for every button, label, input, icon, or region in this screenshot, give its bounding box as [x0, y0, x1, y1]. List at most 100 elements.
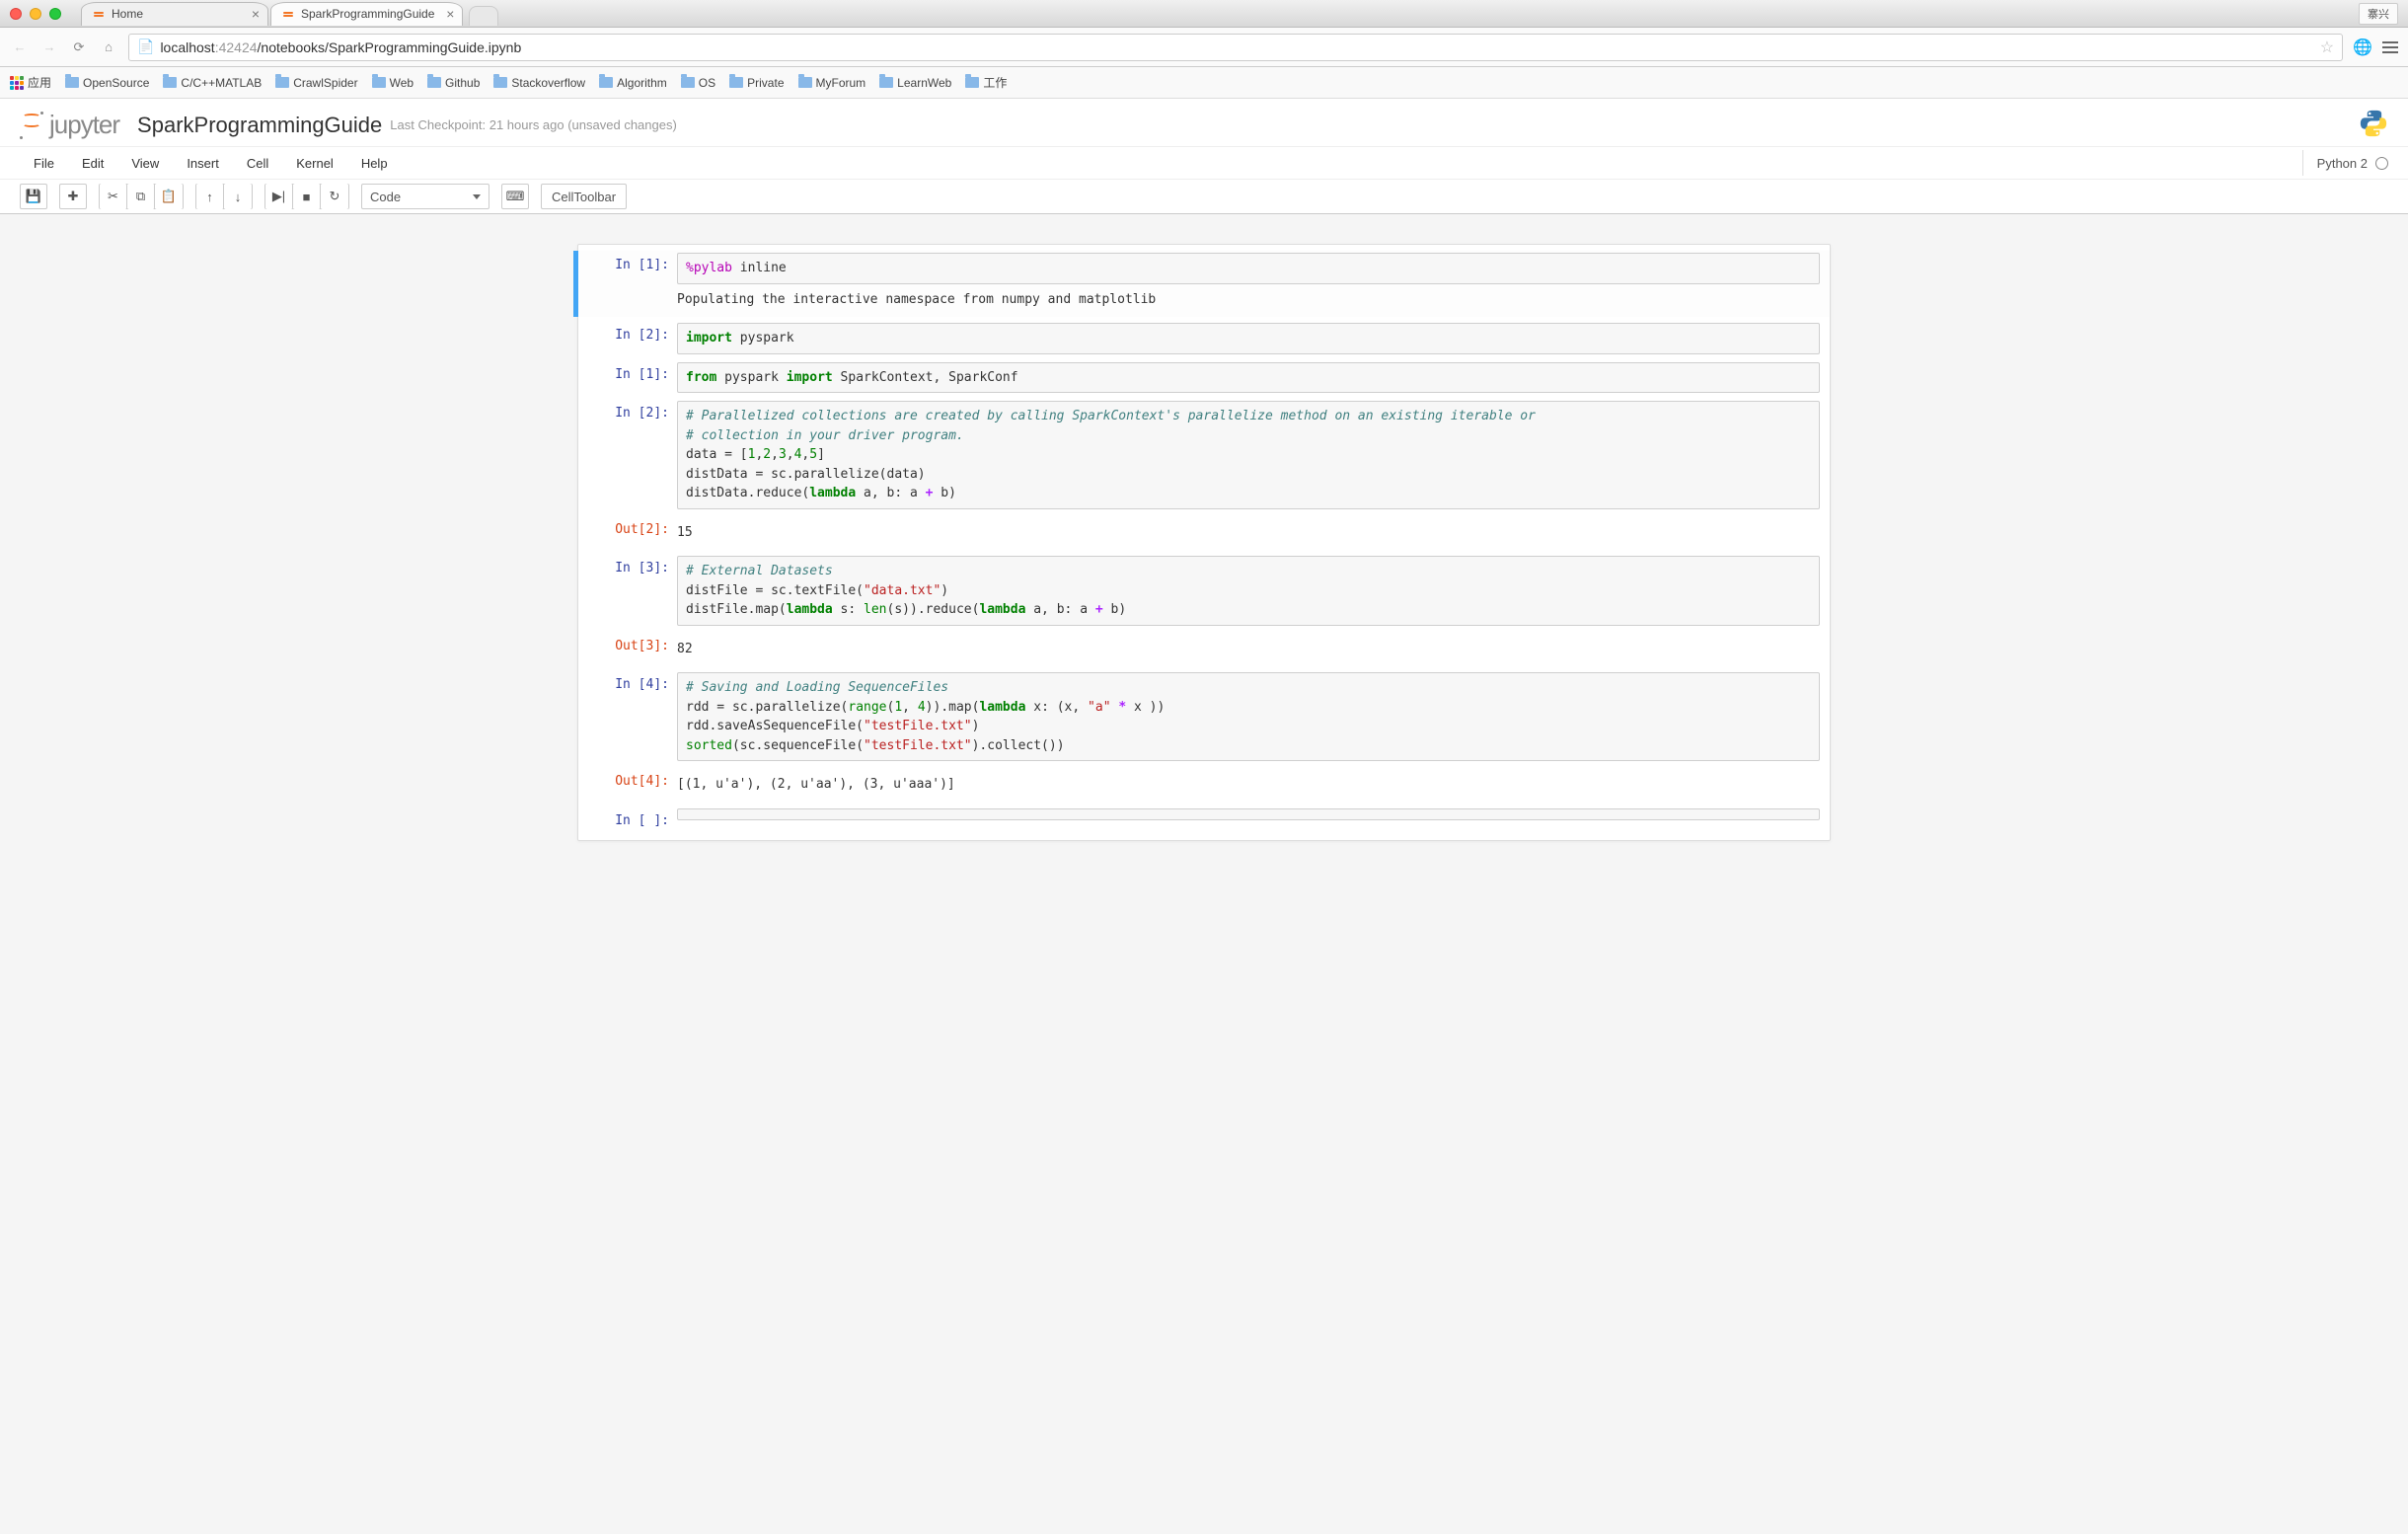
save-button[interactable]: 💾	[20, 184, 47, 209]
bookmark-folder[interactable]: Web	[372, 76, 414, 90]
close-window-button[interactable]	[10, 8, 22, 20]
code-cell[interactable]: In [ ]:	[578, 806, 1830, 830]
code-input[interactable]: from pyspark import SparkContext, SparkC…	[677, 362, 1820, 394]
bookmark-folder[interactable]: 工作	[965, 74, 1007, 91]
output-cell: Out[4]:[(1, u'a'), (2, u'aa'), (3, u'aaa…	[578, 767, 1830, 803]
bookmark-label: OS	[699, 76, 715, 90]
code-input[interactable]	[677, 808, 1820, 820]
menu-button[interactable]	[2382, 41, 2398, 53]
stop-button[interactable]: ■	[293, 184, 321, 209]
bookmark-label: MyForum	[816, 76, 866, 90]
folder-icon	[427, 77, 441, 88]
python-logo-icon	[2359, 109, 2388, 141]
menu-edit[interactable]: Edit	[68, 150, 117, 177]
run-group: ▶| ■ ↻	[264, 184, 349, 209]
bookmark-folder[interactable]: Stackoverflow	[493, 76, 585, 90]
restart-button[interactable]: ↻	[321, 184, 348, 209]
menu-insert[interactable]: Insert	[173, 150, 233, 177]
bookmark-label: C/C++MATLAB	[181, 76, 262, 90]
output-prompt: Out[3]:	[588, 634, 677, 665]
move-up-button[interactable]: ↑	[196, 184, 224, 209]
code-cell[interactable]: In [2]:# Parallelized collections are cr…	[578, 399, 1830, 511]
close-tab-icon[interactable]: ×	[252, 6, 260, 22]
folder-icon	[729, 77, 743, 88]
paste-button[interactable]: 📋	[155, 184, 183, 209]
move-down-button[interactable]: ↓	[224, 184, 252, 209]
code-cell[interactable]: In [4]:# Saving and Loading SequenceFile…	[578, 670, 1830, 763]
code-cell[interactable]: In [2]:import pyspark	[578, 321, 1830, 356]
bookmark-label: CrawlSpider	[293, 76, 357, 90]
code-input[interactable]: %pylab inline	[677, 253, 1820, 284]
output-prompt: Out[2]:	[588, 517, 677, 549]
menu-help[interactable]: Help	[347, 150, 402, 177]
folder-icon	[599, 77, 613, 88]
folder-icon	[163, 77, 177, 88]
menu-cell[interactable]: Cell	[233, 150, 282, 177]
jupyter-logo-icon	[20, 114, 43, 137]
notebook-title[interactable]: SparkProgrammingGuide	[137, 113, 382, 138]
bookmark-folder[interactable]: OS	[681, 76, 715, 90]
insert-cell-button[interactable]: ✚	[59, 184, 87, 209]
home-button[interactable]: ⌂	[99, 38, 118, 57]
run-button[interactable]: ▶|	[265, 184, 293, 209]
bookmark-folder[interactable]: Github	[427, 76, 480, 90]
bookmark-label: Algorithm	[617, 76, 667, 90]
address-bar[interactable]: 📄 localhost:42424/notebooks/SparkProgram…	[128, 34, 2343, 61]
apps-shortcut[interactable]: 应用	[10, 74, 51, 91]
page-icon: 📄	[137, 38, 154, 55]
command-palette-button[interactable]: ⌨	[501, 184, 529, 209]
menu-kernel[interactable]: Kernel	[282, 150, 347, 177]
input-prompt: In [1]:	[588, 253, 677, 315]
bookmark-label: LearnWeb	[897, 76, 951, 90]
code-input[interactable]: # Saving and Loading SequenceFiles rdd =…	[677, 672, 1820, 761]
back-button[interactable]: ←	[10, 38, 30, 57]
minimize-window-button[interactable]	[30, 8, 41, 20]
output-text: Populating the interactive namespace fro…	[677, 284, 1820, 316]
tab-notebook[interactable]: SparkProgrammingGuide ×	[270, 2, 463, 26]
bookmark-folder[interactable]: LearnWeb	[879, 76, 951, 90]
bookmark-folder[interactable]: CrawlSpider	[275, 76, 357, 90]
url-port: :42424	[215, 39, 258, 55]
maximize-window-button[interactable]	[49, 8, 61, 20]
close-tab-icon[interactable]: ×	[446, 6, 454, 22]
tab-home[interactable]: Home ×	[81, 2, 268, 26]
jupyter-logo[interactable]: jupyter	[20, 110, 119, 140]
menu-view[interactable]: View	[117, 150, 173, 177]
cell-toolbar-select[interactable]: CellToolbar	[541, 184, 627, 209]
new-tab-button[interactable]	[469, 6, 498, 26]
code-input[interactable]: # Parallelized collections are created b…	[677, 401, 1820, 509]
input-prompt: In [ ]:	[588, 808, 677, 828]
jupyter-favicon-icon	[281, 7, 295, 21]
menu-file[interactable]: File	[20, 150, 68, 177]
kernel-indicator: Python 2	[2302, 150, 2388, 176]
bookmark-label: Stackoverflow	[511, 76, 585, 90]
notebook-page: In [1]:%pylab inlinePopulating the inter…	[577, 244, 1831, 841]
output-text: [(1, u'a'), (2, u'aa'), (3, u'aaa')]	[677, 769, 1820, 801]
jupyter-header: jupyter SparkProgrammingGuide Last Check…	[0, 99, 2408, 146]
bookmark-label: 工作	[983, 74, 1007, 91]
reload-button[interactable]: ⟳	[69, 38, 89, 57]
code-cell[interactable]: In [1]:%pylab inlinePopulating the inter…	[573, 251, 1830, 317]
bookmark-folder[interactable]: Algorithm	[599, 76, 667, 90]
output-prompt: Out[4]:	[588, 769, 677, 801]
folder-icon	[879, 77, 893, 88]
bookmark-folder[interactable]: C/C++MATLAB	[163, 76, 262, 90]
window-chrome: Home × SparkProgrammingGuide × 寨兴	[0, 0, 2408, 28]
globe-icon[interactable]: 🌐	[2353, 38, 2372, 57]
code-input[interactable]: import pyspark	[677, 323, 1820, 354]
bookmark-folder[interactable]: MyForum	[798, 76, 866, 90]
cut-button[interactable]: ✂	[100, 184, 127, 209]
forward-button[interactable]: →	[39, 38, 59, 57]
code-input[interactable]: # External Datasets distFile = sc.textFi…	[677, 556, 1820, 626]
copy-button[interactable]: ⧉	[127, 184, 155, 209]
cell-type-select[interactable]: Code	[361, 184, 489, 209]
code-cell[interactable]: In [1]:from pyspark import SparkContext,…	[578, 360, 1830, 396]
user-chip[interactable]: 寨兴	[2359, 3, 2398, 25]
checkpoint-status: Last Checkpoint: 21 hours ago (unsaved c…	[390, 117, 677, 132]
bookmark-folder[interactable]: OpenSource	[65, 76, 149, 90]
code-cell[interactable]: In [3]:# External Datasets distFile = sc…	[578, 554, 1830, 628]
folder-icon	[372, 77, 386, 88]
browser-toolbar: ← → ⟳ ⌂ 📄 localhost:42424/notebooks/Spar…	[0, 28, 2408, 67]
bookmark-star-icon[interactable]: ☆	[2320, 38, 2334, 57]
bookmark-folder[interactable]: Private	[729, 76, 784, 90]
